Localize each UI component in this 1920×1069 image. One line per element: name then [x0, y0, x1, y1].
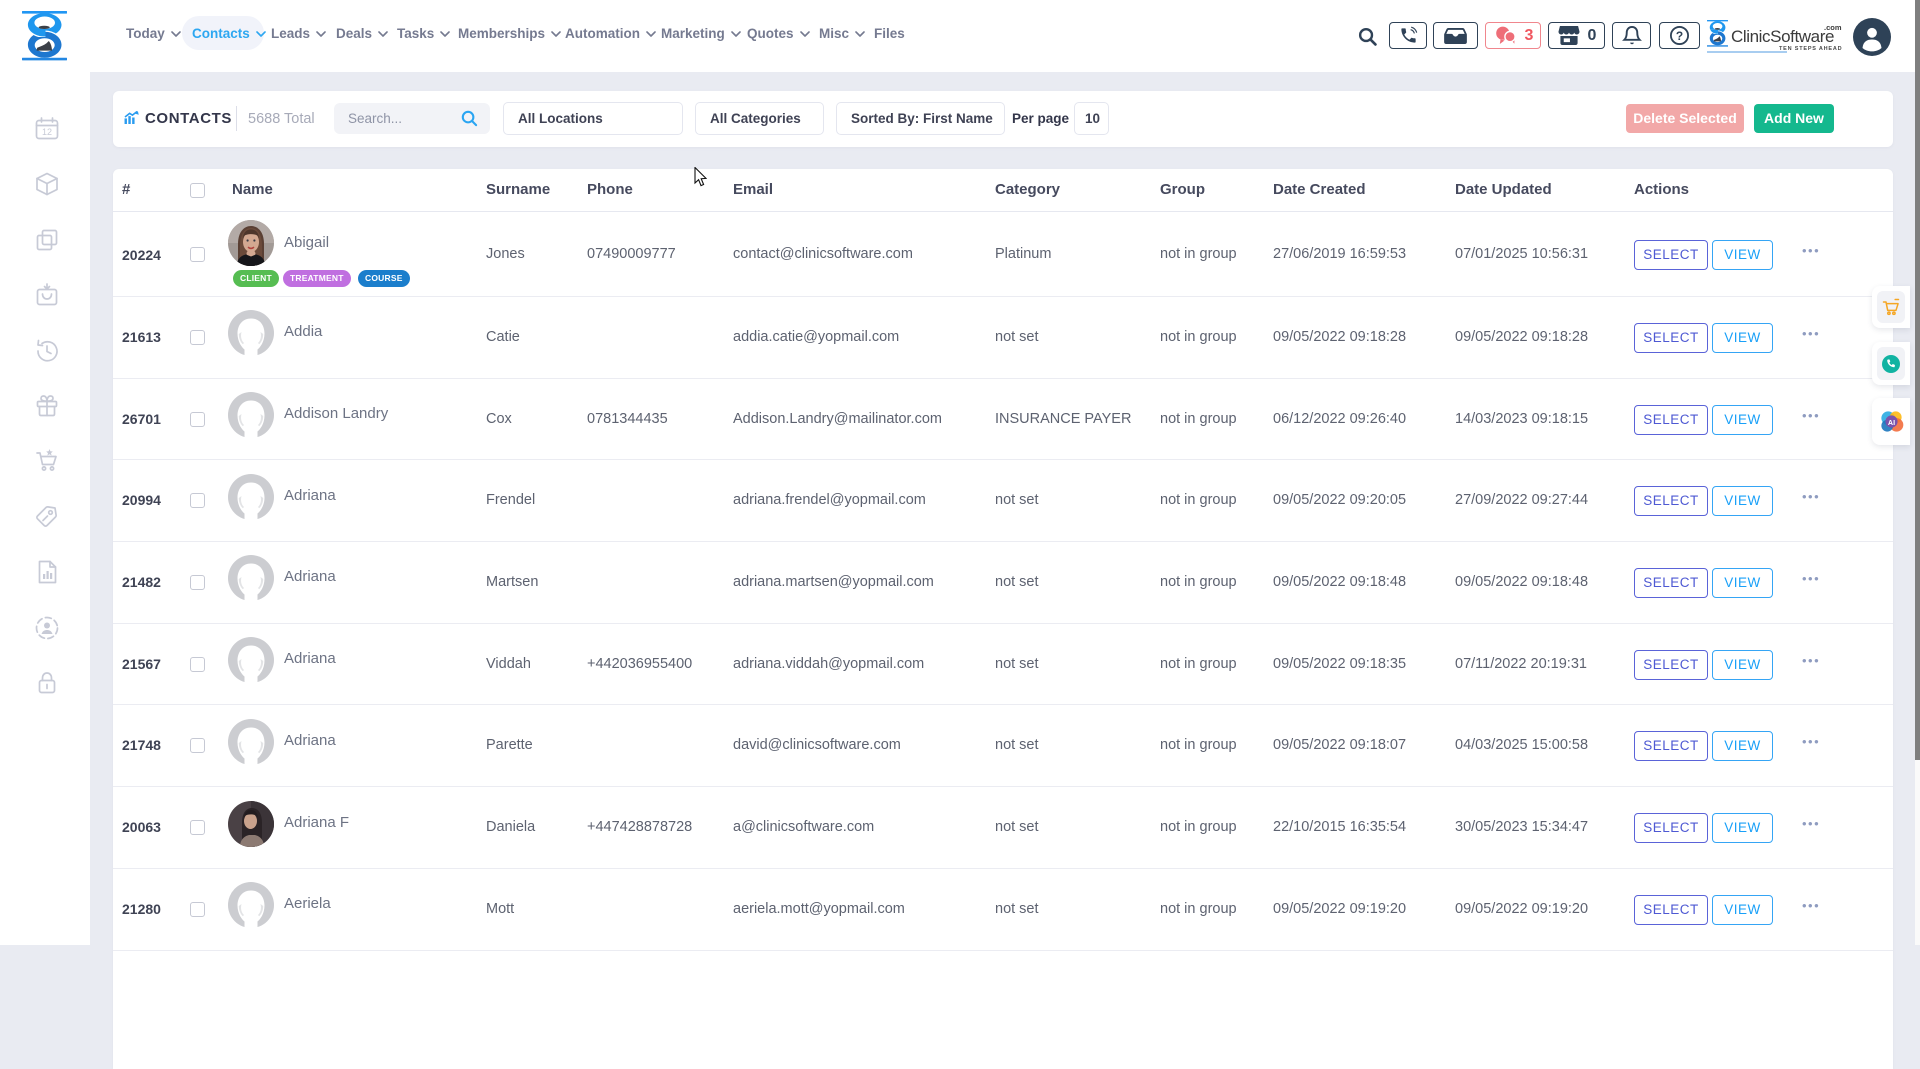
- svg-text:12: 12: [42, 127, 52, 137]
- svg-text:?: ?: [1676, 29, 1683, 43]
- svg-text:AI: AI: [1887, 419, 1894, 427]
